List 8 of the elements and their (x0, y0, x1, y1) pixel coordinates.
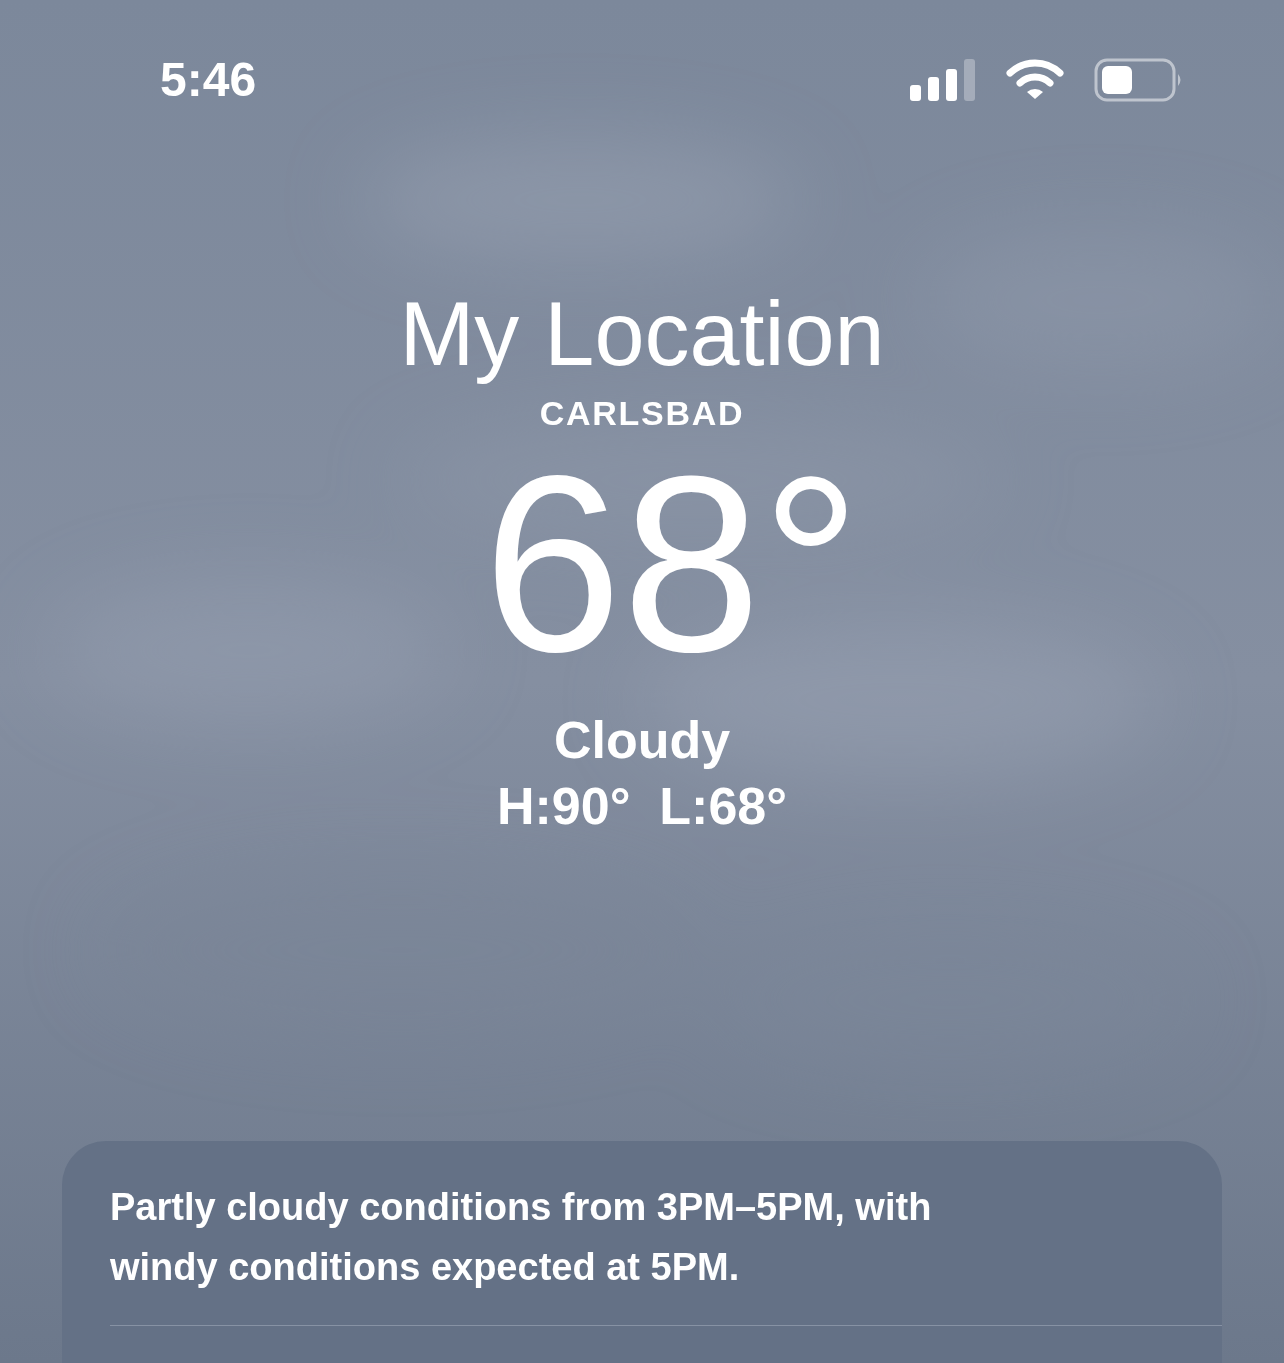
signal-icon (910, 59, 976, 101)
high-low-text: H:90° L:68° (496, 780, 788, 832)
temperature: 68° (481, 440, 862, 690)
city-name: CARLSBAD (539, 396, 745, 430)
forecast-summary: Partly cloudy conditions from 3PM–5PM, with windy conditions expected at 5PM. (110, 1185, 933, 1290)
status-time: 5:46 (160, 56, 257, 104)
wifi-icon (1006, 59, 1064, 101)
location-title: My Location (399, 283, 885, 386)
